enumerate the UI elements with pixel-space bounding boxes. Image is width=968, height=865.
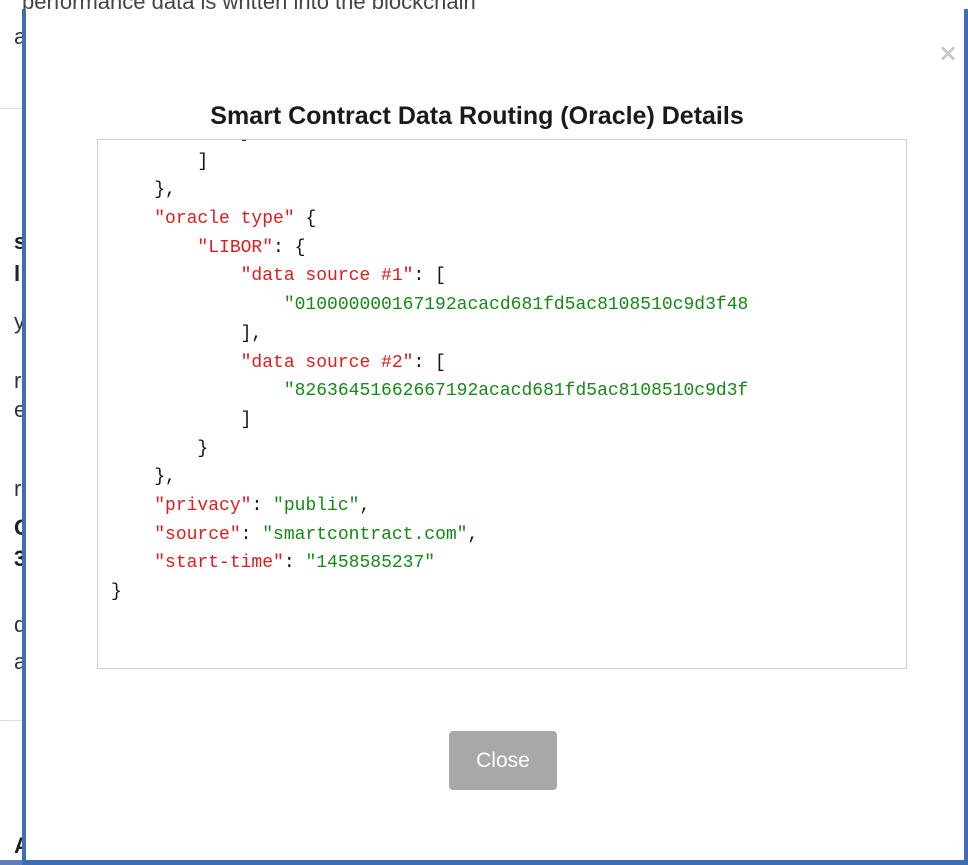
code-line: } — [111, 140, 748, 148]
code-line: "data source #2": [ — [111, 349, 748, 378]
json-key: "data source #1" — [240, 266, 414, 287]
code-line: ] — [111, 148, 748, 177]
close-icon[interactable]: × — [936, 41, 960, 65]
json-punctuation — [111, 238, 197, 258]
code-line: "82636451662667192acacd681fd5ac8108510c9… — [111, 377, 748, 406]
code-line: "oracle type" { — [111, 205, 748, 234]
json-punctuation — [111, 295, 284, 315]
background-text-fragment: l — [14, 261, 21, 286]
json-punctuation: } — [111, 438, 209, 459]
code-line: ], — [111, 320, 748, 349]
json-punctuation: , — [467, 524, 479, 545]
json-punctuation — [111, 381, 284, 401]
json-punctuation: : { — [273, 237, 306, 258]
json-key: "source" — [154, 524, 241, 545]
code-line: "start-time": "1458585237" — [111, 549, 748, 578]
json-punctuation — [111, 496, 154, 516]
json-punctuation: : [ — [413, 352, 446, 373]
json-punctuation — [111, 553, 154, 573]
json-punctuation: }, — [111, 180, 176, 201]
json-key: "LIBOR" — [197, 237, 274, 258]
json-key: "start-time" — [154, 553, 284, 574]
json-string-value: "public" — [273, 495, 360, 516]
code-line: "source": "smartcontract.com", — [111, 521, 748, 550]
json-string-value: "1458585237" — [305, 553, 436, 574]
json-string-value: "smartcontract.com" — [262, 524, 468, 545]
json-punctuation: { — [294, 209, 317, 230]
json-punctuation: }, — [111, 467, 176, 488]
code-line: }, — [111, 176, 748, 205]
code-line: "LIBOR": { — [111, 234, 748, 263]
json-punctuation — [111, 266, 241, 286]
json-punctuation: : — [251, 495, 274, 516]
code-line: "010000000167192acacd681fd5ac8108510c9d3… — [111, 291, 748, 320]
background-top-text: performance data is written into the blo… — [22, 0, 476, 9]
backdrop-right-edge — [964, 9, 968, 860]
json-string-value: "82636451662667192acacd681fd5ac8108510c9… — [283, 381, 749, 402]
json-punctuation: : [ — [413, 266, 446, 287]
json-punctuation: } — [111, 582, 122, 602]
code-line: }, — [111, 463, 748, 492]
code-line: } — [111, 435, 748, 464]
background-page-top: performance data is written into the blo… — [0, 0, 968, 9]
json-punctuation: ] — [111, 409, 252, 430]
backdrop-bottom-edge — [22, 860, 968, 865]
json-punctuation: ], — [111, 323, 263, 344]
json-punctuation: } — [111, 140, 252, 143]
json-punctuation — [111, 209, 154, 229]
json-punctuation: : — [240, 524, 263, 545]
background-text-fragment: r — [14, 476, 22, 501]
json-key: "data source #2" — [240, 352, 414, 373]
json-key: "privacy" — [154, 495, 252, 516]
close-button[interactable]: Close — [449, 731, 557, 790]
oracle-details-modal: × Smart Contract Data Routing (Oracle) D… — [26, 9, 964, 860]
json-string-value: "010000000167192acacd681fd5ac8108510c9d3… — [283, 295, 749, 316]
code-line: } — [111, 578, 748, 607]
json-punctuation: ] — [111, 151, 209, 172]
json-punctuation: , — [359, 495, 371, 516]
json-punctuation — [111, 525, 154, 545]
code-line: ] — [111, 406, 748, 435]
code-line: "data source #1": [ — [111, 262, 748, 291]
json-code-block: } ] }, "oracle type" { "LIBOR": { "data … — [111, 140, 748, 607]
json-key: "oracle type" — [154, 209, 295, 230]
modal-title: Smart Contract Data Routing (Oracle) Det… — [210, 102, 744, 130]
background-text-fragment: r — [14, 368, 22, 393]
code-line: "privacy": "public", — [111, 492, 748, 521]
json-punctuation: : — [283, 553, 306, 574]
json-punctuation — [111, 353, 241, 373]
json-code-viewer[interactable]: } ] }, "oracle type" { "LIBOR": { "data … — [97, 139, 907, 669]
